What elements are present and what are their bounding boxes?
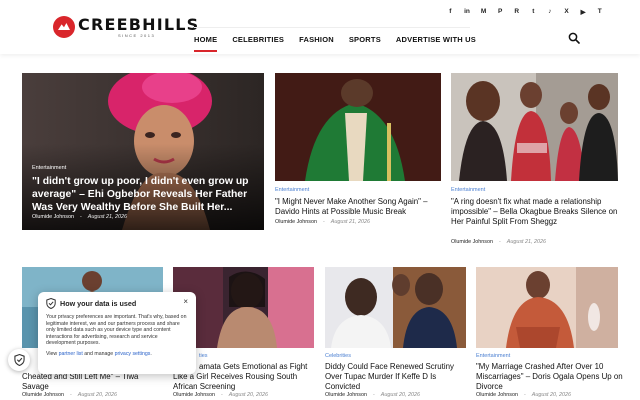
privacy-links-suffix: . <box>150 350 152 357</box>
partner-list-link[interactable]: partner list <box>59 351 83 357</box>
meta-separator: - <box>79 214 82 220</box>
card-meta: Olumide Johnson - August 21, 2026 <box>275 219 370 225</box>
nav-item-sports[interactable]: SPORTS <box>349 26 381 52</box>
card-title[interactable]: Cheated and Still Left Me" – Tiwa Savage <box>22 372 162 392</box>
linkedin-icon[interactable]: in <box>459 8 476 16</box>
privacy-links-prefix: View <box>46 350 58 357</box>
card-author[interactable]: Olumide Johnson <box>451 239 493 245</box>
card-meta: Olumide Johnson - August 20, 2026 <box>173 392 268 398</box>
meta-separator: - <box>498 239 501 245</box>
card-meta: Olumide Johnson - August 20, 2026 <box>325 392 420 398</box>
privacy-links-middle: and manage <box>84 350 114 357</box>
site-logo[interactable]: CREEBHILLS SINCE 2013 <box>53 14 199 40</box>
meta-separator: - <box>69 392 72 398</box>
card-date: August 20, 2026 <box>77 392 118 398</box>
nav-item-advertise[interactable]: ADVERTISE WITH US <box>396 26 476 52</box>
meta-separator: - <box>322 219 325 225</box>
hero-date: August 21, 2026 <box>87 214 128 220</box>
card-author[interactable]: Olumide Johnson <box>325 392 367 398</box>
card-title[interactable]: "I Might Never Make Another Song Again" … <box>275 197 443 217</box>
site-header: CREEBHILLS SINCE 2013 f in M P R t ♪ X ▶… <box>0 0 640 54</box>
card-meta: Olumide Johnson - August 20, 2026 <box>22 392 117 398</box>
card-image[interactable] <box>476 267 618 348</box>
facebook-icon[interactable]: f <box>442 8 459 16</box>
card-date: August 21, 2026 <box>506 239 547 245</box>
card-author[interactable]: Olumide Johnson <box>476 392 518 398</box>
card-image[interactable] <box>275 73 441 181</box>
hero-author[interactable]: Olumide Johnson <box>32 214 74 220</box>
privacy-header: How your data is used <box>46 298 188 309</box>
shield-icon <box>46 298 56 309</box>
card-category[interactable]: Entertainment <box>476 353 510 359</box>
card-date: August 20, 2026 <box>531 392 572 398</box>
meta-separator: - <box>372 392 375 398</box>
shield-icon <box>13 354 25 366</box>
nav-item-home[interactable]: HOME <box>194 26 218 52</box>
meta-separator: - <box>523 392 526 398</box>
card-title[interactable]: "My Marriage Crashed After Over 10 Misca… <box>476 362 626 392</box>
twitch-icon[interactable]: T <box>591 8 608 16</box>
meta-separator: - <box>220 392 223 398</box>
card-image[interactable] <box>325 267 466 348</box>
social-links: f in M P R t ♪ X ▶ T <box>442 8 608 16</box>
card-date: August 20, 2026 <box>380 392 421 398</box>
card-image[interactable] <box>451 73 618 181</box>
card-date: August 21, 2026 <box>330 219 371 225</box>
card-author[interactable]: Olumide Johnson <box>22 392 64 398</box>
tiktok-icon[interactable]: ♪ <box>542 8 559 16</box>
card-title[interactable]: "A ring doesn't fix what made a relation… <box>451 197 621 227</box>
site-tagline: SINCE 2013 <box>118 32 156 38</box>
card-meta: Olumide Johnson - August 21, 2026 <box>451 239 546 245</box>
card-author[interactable]: Olumide Johnson <box>275 219 317 225</box>
privacy-settings-button[interactable] <box>8 349 30 371</box>
main-nav: HOME CELEBRITIES FASHION SPORTS ADVERTIS… <box>194 26 491 52</box>
card-category[interactable]: Entertainment <box>451 187 485 193</box>
card-meta: Olumide Johnson - August 20, 2026 <box>476 392 571 398</box>
card-category[interactable]: Entertainment <box>275 187 309 193</box>
card-author[interactable]: Olumide Johnson <box>173 392 215 398</box>
card-date: August 20, 2026 <box>228 392 269 398</box>
medium-icon[interactable]: M <box>475 8 492 16</box>
nav-item-fashion[interactable]: FASHION <box>299 26 334 52</box>
twitter-x-icon[interactable]: X <box>558 8 575 16</box>
hero-meta: Olumide Johnson - August 21, 2026 <box>32 214 127 220</box>
hero-category[interactable]: Entertainment <box>32 165 66 171</box>
hero-title[interactable]: "I didn't grow up poor, I didn't even gr… <box>32 175 257 214</box>
youtube-icon[interactable]: ▶ <box>575 8 592 16</box>
card-category[interactable]: ties <box>199 353 208 359</box>
nav-item-celebrities[interactable]: CELEBRITIES <box>232 26 284 52</box>
privacy-settings-link[interactable]: privacy settings <box>115 351 151 357</box>
tumblr-icon[interactable]: t <box>525 8 542 16</box>
search-icon[interactable] <box>568 32 580 44</box>
privacy-popup: How your data is used × Your privacy pre… <box>38 292 196 374</box>
card-category[interactable]: Celebrities <box>325 353 351 359</box>
close-icon[interactable]: × <box>183 297 188 306</box>
privacy-links: View partner list and manage privacy set… <box>46 351 188 357</box>
pinterest-icon[interactable]: P <box>492 8 509 16</box>
privacy-title: How your data is used <box>60 299 137 308</box>
privacy-body: Your privacy preferences are important. … <box>46 314 187 347</box>
card-title[interactable]: Diddy Could Face Renewed Scrutiny Over T… <box>325 362 471 392</box>
reddit-icon[interactable]: R <box>508 8 525 16</box>
logo-mark-icon <box>53 16 75 38</box>
site-name: CREEBHILLS <box>78 14 200 34</box>
